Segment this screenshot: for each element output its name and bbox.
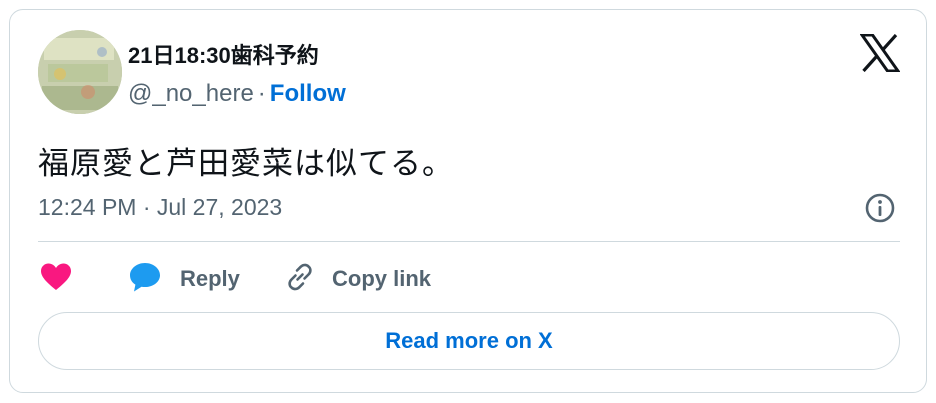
author-handle[interactable]: @_no_here <box>128 80 254 107</box>
copy-link-button[interactable]: Copy link <box>284 260 431 298</box>
avatar[interactable] <box>38 30 122 114</box>
speech-bubble-icon <box>128 261 162 298</box>
tweet-timestamp[interactable]: 12:24 PM · Jul 27, 2023 <box>38 194 282 221</box>
info-icon[interactable] <box>864 192 896 224</box>
separator-dot: · <box>257 80 266 107</box>
read-more-label: Read more on X <box>385 328 553 353</box>
copy-link-label: Copy link <box>332 266 432 291</box>
tweet-text: 福原愛と芦田愛菜は似てる。 <box>38 146 454 181</box>
x-logo-icon[interactable] <box>859 33 901 73</box>
tweet-embed-card: 21日18:30歯科予約 @_no_here · Follow 福原愛と芦田愛菜は似… <box>9 9 927 393</box>
like-button[interactable] <box>40 260 72 298</box>
link-icon <box>284 261 316 298</box>
author-display-name[interactable]: 21日18:30歯科予約 <box>128 38 319 70</box>
read-more-button[interactable]: Read more on X <box>38 312 900 370</box>
heart-icon <box>40 262 72 297</box>
reply-label: Reply <box>180 266 240 291</box>
divider <box>38 241 900 242</box>
follow-link[interactable]: Follow <box>270 80 346 107</box>
author-handle-row: @_no_here · Follow <box>128 80 346 108</box>
reply-button[interactable]: Reply <box>128 260 240 298</box>
